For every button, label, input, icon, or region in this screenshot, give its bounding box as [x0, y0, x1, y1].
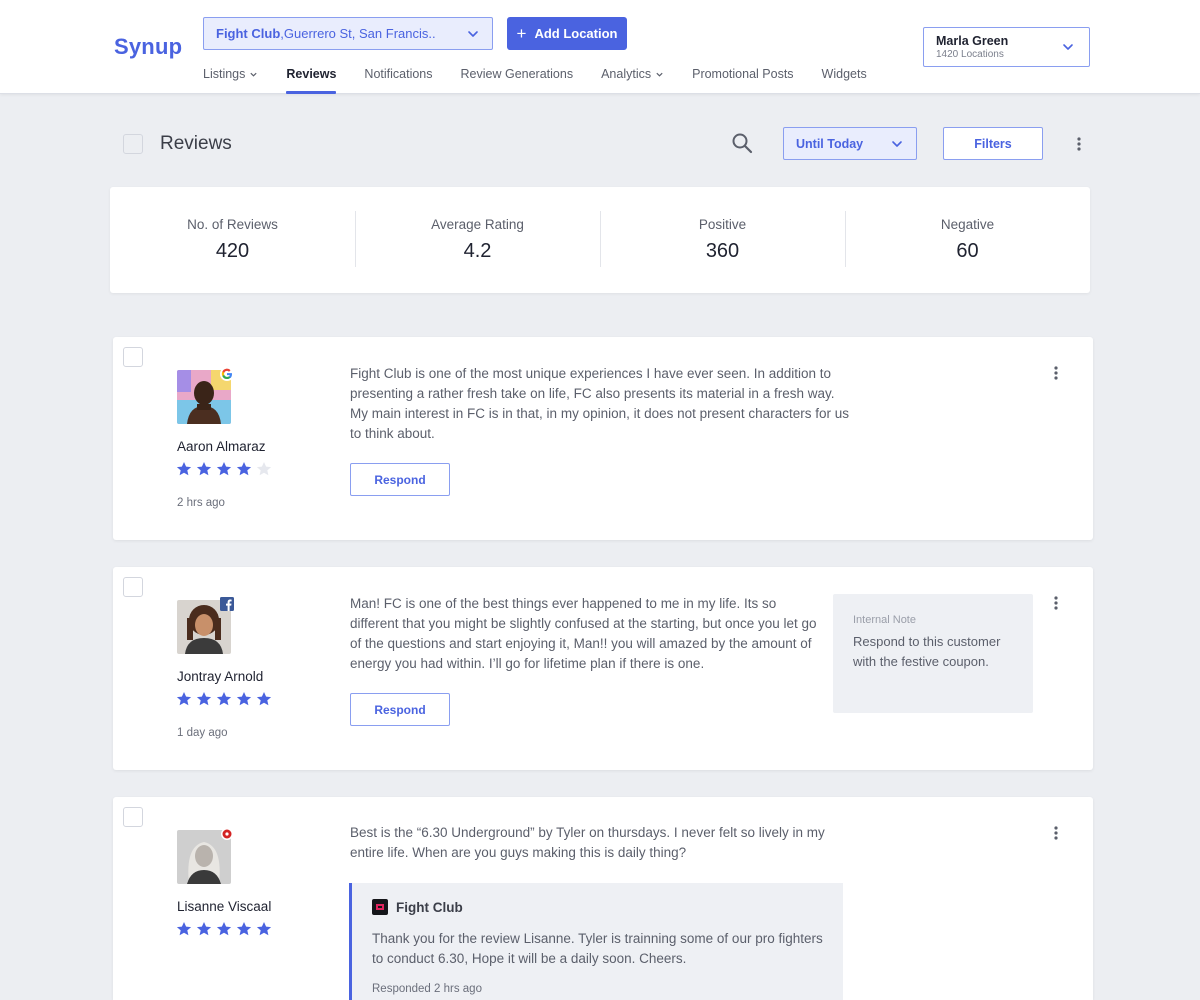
- location-selector[interactable]: Fight Club,Guerrero St, San Francis..: [203, 17, 493, 50]
- review-time: 1 day ago: [177, 727, 228, 739]
- star-icon: [256, 692, 272, 706]
- internal-note: Internal Note Respond to this customer w…: [833, 594, 1033, 713]
- review-checkbox[interactable]: [123, 347, 143, 367]
- yelp-icon: [221, 828, 233, 840]
- page-title: Reviews: [160, 133, 232, 154]
- user-locations-count: 1420 Locations: [936, 49, 1004, 60]
- nav-listings[interactable]: Listings: [203, 66, 258, 94]
- date-range-label: Until Today: [796, 136, 864, 151]
- review-stats-panel: No. of Reviews 420 Average Rating 4.2 Po…: [110, 187, 1090, 293]
- chevron-down-icon: [468, 30, 478, 37]
- star-rating: [176, 691, 272, 707]
- location-address: ,Guerrero St, San Francis..: [280, 26, 436, 41]
- review-card: Lisanne Viscaal Best is the “6.30 Underg…: [113, 797, 1093, 1000]
- review-time: 2 hrs ago: [177, 497, 225, 509]
- respond-button[interactable]: Respond: [350, 463, 450, 496]
- star-icon: [176, 922, 192, 936]
- more-options-icon[interactable]: [1048, 825, 1064, 841]
- star-icon: [196, 922, 212, 936]
- star-rating: [176, 461, 272, 477]
- reviewer-name: Lisanne Viscaal: [177, 899, 272, 914]
- star-icon: [196, 692, 212, 706]
- stat-negative: Negative 60: [845, 187, 1090, 293]
- reviewer-name: Aaron Almaraz: [177, 439, 266, 454]
- nav-analytics[interactable]: Analytics: [601, 66, 664, 94]
- synup-logo[interactable]: Synup: [114, 34, 182, 60]
- chevron-down-icon: [892, 140, 902, 147]
- star-icon: [256, 922, 272, 936]
- select-all-checkbox[interactable]: [123, 134, 143, 154]
- review-text: Fight Club is one of the most unique exp…: [350, 366, 849, 441]
- star-icon: [256, 462, 272, 476]
- filters-button[interactable]: Filters: [943, 127, 1043, 160]
- reply-time: Responded 2 hrs ago: [372, 983, 482, 995]
- fight-club-logo-icon: [372, 899, 388, 915]
- facebook-icon: [220, 597, 234, 611]
- chevron-down-icon: [250, 72, 258, 77]
- nav-widgets[interactable]: Widgets: [822, 66, 867, 94]
- review-card: Jontray Arnold 1 day ago Man! FC is one …: [113, 567, 1093, 770]
- account-selector[interactable]: Marla Green 1420 Locations: [923, 27, 1090, 67]
- more-options-icon[interactable]: [1048, 595, 1064, 611]
- top-header: Synup Fight Club,Guerrero St, San Franci…: [0, 0, 1200, 94]
- chevron-down-icon: [1063, 44, 1073, 50]
- review-checkbox[interactable]: [123, 807, 143, 827]
- star-icon: [196, 462, 212, 476]
- more-options-icon[interactable]: [1048, 365, 1064, 381]
- internal-note-text: Respond to this customer with the festiv…: [853, 634, 1001, 669]
- star-icon: [236, 462, 252, 476]
- star-icon: [176, 462, 192, 476]
- star-icon: [176, 692, 192, 706]
- reviewer-name: Jontray Arnold: [177, 669, 264, 684]
- star-rating: [176, 921, 272, 937]
- respond-button[interactable]: Respond: [350, 693, 450, 726]
- main-nav: Listings Reviews Notifications Review Ge…: [203, 66, 895, 94]
- reply-text: Thank you for the review Lisanne. Tyler …: [372, 931, 823, 966]
- more-options-icon[interactable]: [1071, 136, 1087, 152]
- nav-promotional-posts[interactable]: Promotional Posts: [692, 66, 793, 94]
- star-icon: [216, 462, 232, 476]
- plus-icon: +: [516, 24, 527, 43]
- reply-business-name: Fight Club: [396, 899, 463, 915]
- add-location-button[interactable]: + Add Location: [507, 17, 627, 50]
- star-icon: [236, 922, 252, 936]
- nav-review-generations[interactable]: Review Generations: [461, 66, 574, 94]
- business-reply: Fight Club Thank you for the review Lisa…: [349, 883, 843, 1000]
- star-icon: [216, 692, 232, 706]
- stat-total-reviews: No. of Reviews 420: [187, 217, 278, 262]
- nav-reviews[interactable]: Reviews: [286, 66, 337, 94]
- add-location-label: Add Location: [534, 26, 618, 41]
- star-icon: [236, 692, 252, 706]
- star-icon: [216, 922, 232, 936]
- review-text: Man! FC is one of the best things ever h…: [350, 596, 817, 671]
- user-name: Marla Green: [936, 34, 1009, 48]
- search-icon[interactable]: [731, 132, 753, 154]
- chevron-down-icon: [656, 72, 663, 77]
- internal-note-title: Internal Note: [853, 614, 916, 626]
- date-range-dropdown[interactable]: Until Today: [783, 127, 917, 160]
- location-name: Fight Club: [216, 26, 281, 41]
- google-icon: [220, 367, 234, 381]
- stat-average-rating: Average Rating 4.2: [355, 187, 600, 293]
- review-checkbox[interactable]: [123, 577, 143, 597]
- stat-positive: Positive 360: [600, 187, 845, 293]
- review-card: Aaron Almaraz 2 hrs ago Fight Club is on…: [113, 337, 1093, 540]
- review-text: Best is the “6.30 Underground” by Tyler …: [350, 825, 825, 860]
- nav-notifications[interactable]: Notifications: [364, 66, 432, 94]
